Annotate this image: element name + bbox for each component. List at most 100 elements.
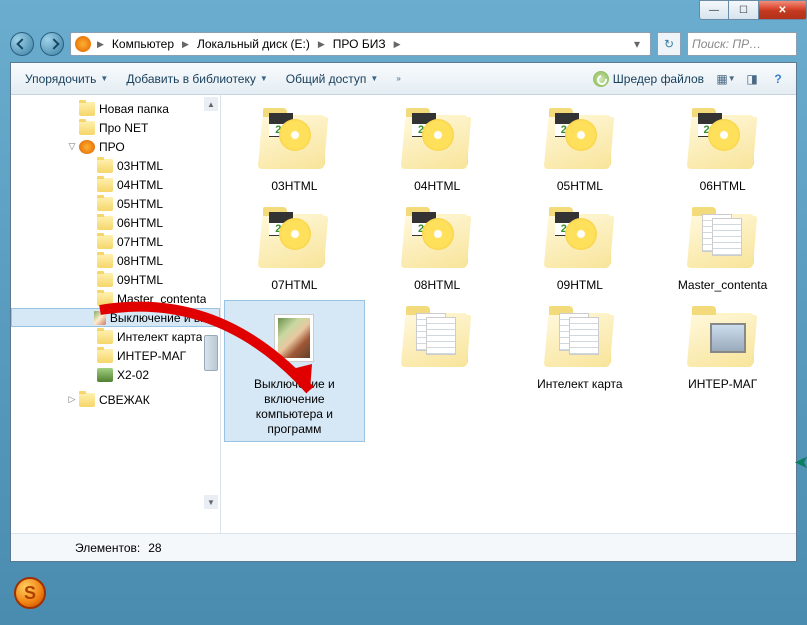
- shredder-label: Шредер файлов: [613, 72, 704, 86]
- item-thumb: [255, 107, 333, 177]
- item-label: Выключение и включение компьютера и прог…: [239, 377, 349, 437]
- back-button[interactable]: [10, 32, 34, 56]
- item-thumb: [398, 305, 476, 375]
- tree-item[interactable]: X2-02: [11, 365, 220, 384]
- folder-icon: [97, 349, 113, 363]
- refresh-button[interactable]: ↻: [657, 32, 681, 56]
- toolbar: Упорядочить▼ Добавить в библиотеку▼ Общи…: [11, 63, 796, 95]
- breadcrumb-seg[interactable]: ПРО БИЗ: [327, 37, 392, 51]
- item-label: 08HTML: [414, 278, 460, 293]
- item-thumb: [541, 305, 619, 375]
- item-label: 07HTML: [271, 278, 317, 293]
- breadcrumb[interactable]: ▶ Компьютер ▶ Локальный диск (E:) ▶ ПРО …: [70, 32, 651, 56]
- chevron-right-icon[interactable]: ▶: [392, 39, 403, 50]
- search-input[interactable]: Поиск: ПР…: [687, 32, 797, 56]
- help-button[interactable]: ?: [766, 68, 790, 90]
- folder-icon: [97, 197, 113, 211]
- chevron-right-icon[interactable]: ▶: [180, 39, 191, 50]
- organize-button[interactable]: Упорядочить▼: [17, 68, 116, 90]
- grid-item[interactable]: 08HTML: [368, 202, 507, 297]
- scroll-down-button[interactable]: ▼: [204, 495, 218, 509]
- item-label: ИНТЕР-МАГ: [688, 377, 757, 392]
- explorer-frame: Упорядочить▼ Добавить в библиотеку▼ Общи…: [10, 62, 797, 562]
- redball-icon: [79, 140, 95, 154]
- item-thumb: [398, 107, 476, 177]
- grid-item[interactable]: ИНТЕР-МАГ: [653, 301, 792, 441]
- grid-item[interactable]: Интелект карта: [511, 301, 650, 441]
- grid-item[interactable]: 03HTML: [225, 103, 364, 198]
- item-label: 06HTML: [700, 179, 746, 194]
- folder-icon: [97, 235, 113, 249]
- folder-icon: [97, 178, 113, 192]
- tree-item[interactable]: ИНТЕР-МАГ: [11, 346, 220, 365]
- titlebar: — ☐ ✕: [0, 0, 807, 28]
- folder-icon: [79, 121, 95, 135]
- tree-item[interactable]: Выключение и включение: [11, 308, 220, 327]
- tree-item-label: 06HTML: [117, 216, 163, 230]
- item-label: Master_contenta: [678, 278, 767, 293]
- minimize-button[interactable]: —: [699, 0, 729, 20]
- share-label: Общий доступ: [286, 72, 367, 86]
- item-label: 03HTML: [271, 179, 317, 194]
- item-thumb: [255, 305, 333, 375]
- tree-item-label: ПРО: [99, 140, 125, 154]
- breadcrumb-seg[interactable]: Локальный диск (E:): [191, 37, 316, 51]
- scroll-up-button[interactable]: ▲: [204, 97, 218, 111]
- scrollbar-thumb[interactable]: [204, 335, 218, 371]
- maximize-button[interactable]: ☐: [729, 0, 759, 20]
- grid-item[interactable]: [368, 301, 507, 441]
- grid-item[interactable]: 07HTML: [225, 202, 364, 297]
- view-button[interactable]: ▦ ▼: [714, 68, 738, 90]
- add-to-library-button[interactable]: Добавить в библиотеку▼: [118, 68, 275, 90]
- chevron-right-icon[interactable]: ▶: [95, 39, 106, 50]
- close-button[interactable]: ✕: [759, 0, 807, 20]
- breadcrumb-seg[interactable]: Компьютер: [106, 37, 180, 51]
- folder-icon: [79, 102, 95, 116]
- tree-item-label: ИНТЕР-МАГ: [117, 349, 186, 363]
- tree-item[interactable]: 03HTML: [11, 156, 220, 175]
- share-button[interactable]: Общий доступ▼: [278, 68, 387, 90]
- location-icon: [75, 36, 91, 52]
- chevron-right-icon[interactable]: ▶: [316, 39, 327, 50]
- tree-item[interactable]: 05HTML: [11, 194, 220, 213]
- tree-item[interactable]: Про NET: [11, 118, 220, 137]
- grid-item[interactable]: Выключение и включение компьютера и прог…: [225, 301, 364, 441]
- tree-item-label: 08HTML: [117, 254, 163, 268]
- folder-icon: [97, 216, 113, 230]
- shredder-icon: [593, 71, 609, 87]
- tree-item[interactable]: Master_contenta: [11, 289, 220, 308]
- forward-button[interactable]: [40, 32, 64, 56]
- greenapp-icon: [97, 368, 113, 382]
- nav-tree[interactable]: ▲ ▼ Новая папкаПро NET ▽ ПРО 03HTML 04HTML 05…: [11, 95, 221, 533]
- tree-item[interactable]: Интелект карта: [11, 327, 220, 346]
- tree-item[interactable]: 07HTML: [11, 232, 220, 251]
- tree-item[interactable]: ▷СВЕЖАК: [11, 390, 220, 409]
- breadcrumb-dropdown[interactable]: ▾: [628, 37, 646, 51]
- content-pane[interactable]: 03HTML 04HTML05HTML 06HTML 07HTML 08HTML 09HT…: [221, 95, 796, 533]
- preview-pane-button[interactable]: ◨: [740, 68, 764, 90]
- tree-item-label: X2-02: [117, 368, 149, 382]
- expand-icon[interactable]: ▽: [65, 141, 79, 152]
- tree-item[interactable]: 08HTML: [11, 251, 220, 270]
- items-grid: 03HTML 04HTML05HTML 06HTML 07HTML 08HTML 09HT…: [225, 103, 792, 441]
- tree-item-label: 05HTML: [117, 197, 163, 211]
- shredder-button[interactable]: Шредер файлов: [585, 67, 712, 91]
- grid-item[interactable]: 09HTML: [511, 202, 650, 297]
- tree-item[interactable]: 06HTML: [11, 213, 220, 232]
- item-thumb: [684, 107, 762, 177]
- more-button[interactable]: »: [388, 70, 408, 87]
- tree-item[interactable]: Новая папка: [11, 99, 220, 118]
- tree-item[interactable]: ▽ ПРО: [11, 137, 220, 156]
- grid-item[interactable]: Master_contenta: [653, 202, 792, 297]
- tree-item[interactable]: 09HTML: [11, 270, 220, 289]
- tree-item-label: Master_contenta: [117, 292, 206, 306]
- tree-item-label: 04HTML: [117, 178, 163, 192]
- coin-icon: S: [14, 577, 46, 609]
- grid-item[interactable]: 04HTML: [368, 103, 507, 198]
- tree-item[interactable]: 04HTML: [11, 175, 220, 194]
- tree-item-label: 09HTML: [117, 273, 163, 287]
- grid-item[interactable]: 06HTML: [653, 103, 792, 198]
- folder-icon: [97, 292, 113, 306]
- expand-icon[interactable]: ▷: [65, 394, 79, 405]
- grid-item[interactable]: 05HTML: [511, 103, 650, 198]
